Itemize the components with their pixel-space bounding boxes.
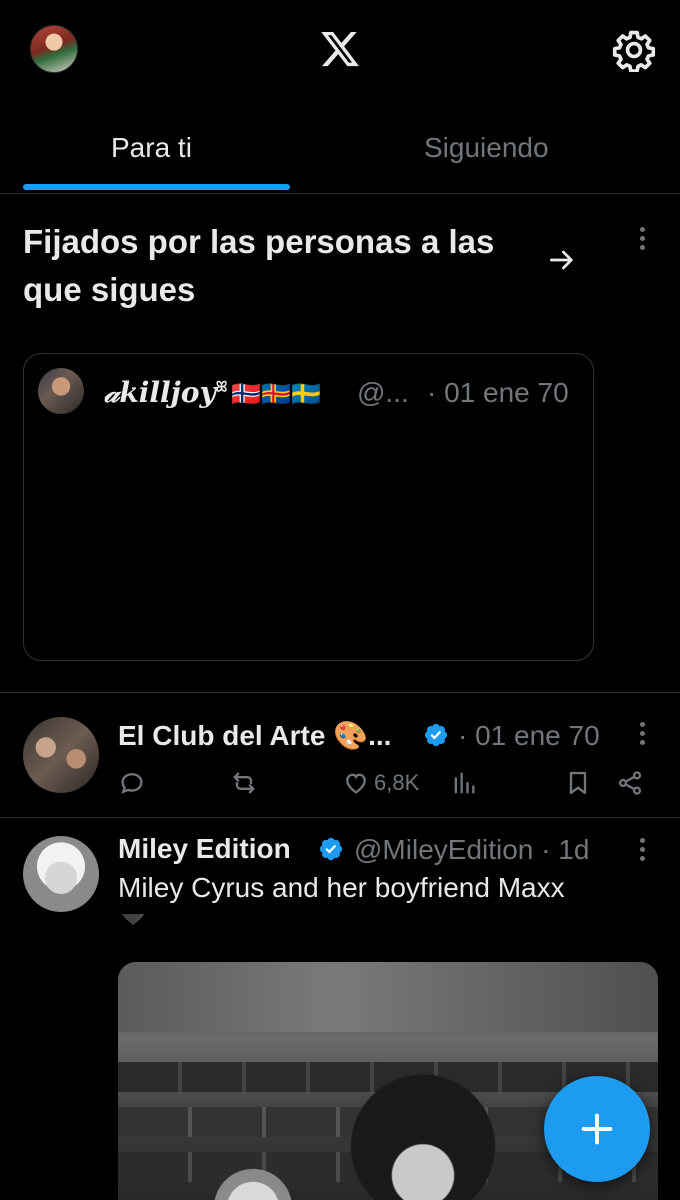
pinned-section-title: Fijados por las personas a las que sigue… [23,223,495,308]
post-time: · 1d [541,834,590,865]
card-date: · 01 ene 70 [427,377,569,408]
avatar[interactable] [23,717,99,793]
handle-text: @MileyEdition [354,834,534,865]
author-name-text: 𝒶killjoy [104,376,216,409]
verified-badge-icon [319,837,343,861]
post-more-icon[interactable] [638,838,646,866]
views-icon [454,772,475,794]
reply-button[interactable] [118,766,146,800]
tab-siguiendo[interactable]: Siguiendo [424,132,549,164]
top-bar [0,0,680,100]
post-date: · 01 ene 70 [458,720,600,751]
post-actions: 6,8K [118,766,648,802]
heart-icon [346,773,366,794]
card-author-name[interactable]: 𝒶killjoyꕤ 🇳🇴🇦🇽🇸🇪 [104,376,321,410]
avatar[interactable] [38,368,84,414]
divider [0,692,680,693]
card-author-handle[interactable]: @... [357,377,409,409]
pinned-post-card[interactable]: 𝒶killjoyꕤ 🇳🇴🇦🇽🇸🇪 @... · 01 ene 70 [23,353,594,661]
tab-para-ti[interactable]: Para ti [111,132,192,164]
views-button[interactable] [450,766,478,800]
timeline-tabs: Para ti Siguiendo [0,110,680,194]
x-logo-icon[interactable] [318,28,362,70]
gear-icon[interactable] [612,28,656,72]
author-flags: 🇳🇴🇦🇽🇸🇪 [231,379,322,408]
arrow-right-icon[interactable] [544,244,580,276]
active-tab-indicator [23,184,290,190]
plus-icon [581,1113,613,1145]
black-heart-emoji: 🖤 [118,914,154,928]
profile-avatar[interactable] [30,25,78,73]
bookmark-icon [569,771,587,795]
repost-button[interactable] [230,766,258,800]
post-author-name[interactable]: El Club del Arte 🎨... [118,719,391,752]
compose-button[interactable] [544,1076,650,1182]
share-icon [618,771,642,795]
share-button[interactable] [616,766,644,800]
verified-badge-icon [424,723,448,747]
post-author-name[interactable]: Miley Edition [118,833,291,865]
like-count: 6,8K [374,770,420,795]
post-more-icon[interactable] [638,722,646,750]
post-author-handle[interactable]: @MileyEdition · 1d [354,834,589,866]
avatar[interactable] [23,836,99,912]
repost-icon [233,772,255,794]
divider [0,817,680,818]
pinned-more-icon[interactable] [638,227,646,255]
tweet-text: Miley Cyrus and her boyfriend Maxx [118,872,565,903]
bookmark-button[interactable] [564,766,592,800]
reply-icon [121,773,143,794]
like-button[interactable]: 6,8K [342,766,419,800]
